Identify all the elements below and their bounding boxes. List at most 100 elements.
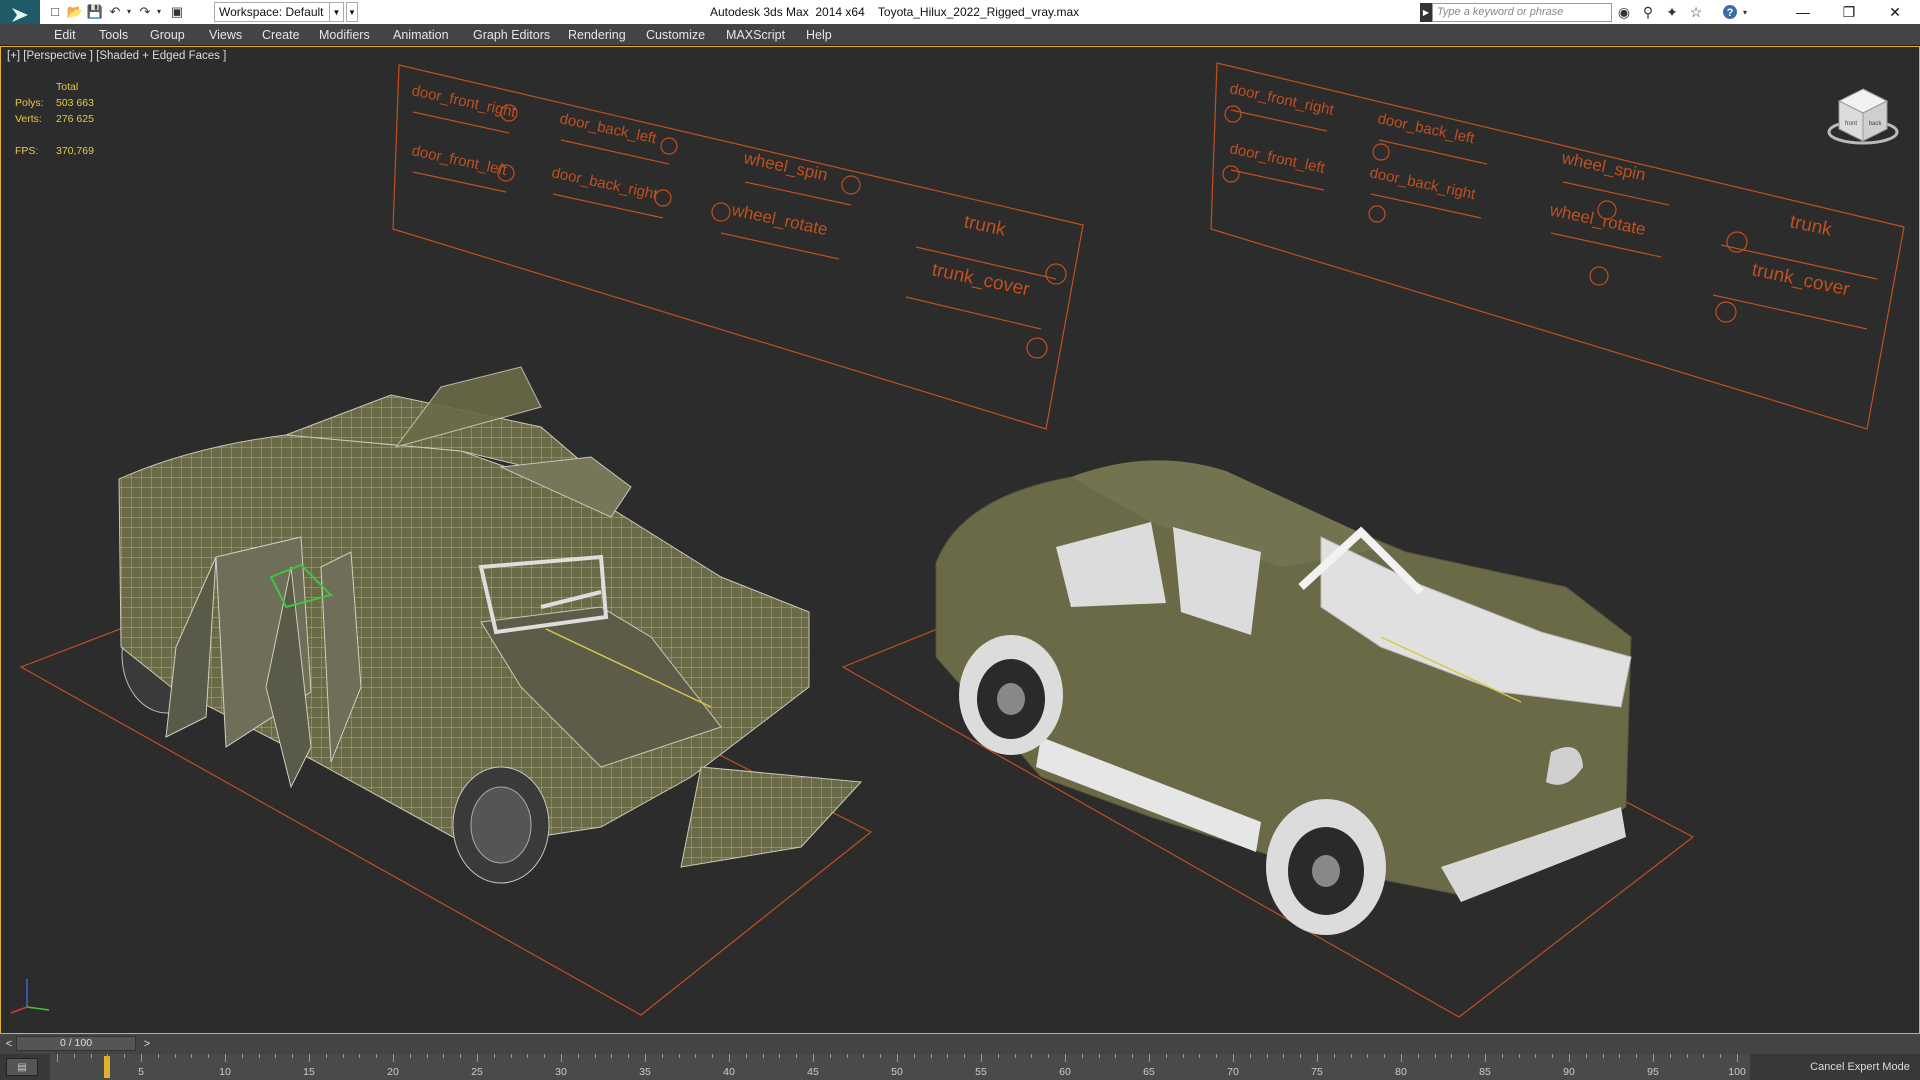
time-slider[interactable]: 0 / 100 <box>16 1036 136 1051</box>
rig-label[interactable]: trunk <box>962 211 1008 240</box>
rig-label[interactable]: door_front_left <box>1228 140 1327 177</box>
menu-customize[interactable]: Customize <box>646 24 705 46</box>
undo-icon[interactable]: ↶ <box>106 3 124 20</box>
subscription-icon[interactable]: ⚲ <box>1638 3 1658 21</box>
ruler-tick <box>275 1054 277 1058</box>
ruler-tick <box>1703 1054 1705 1058</box>
rig-label[interactable]: door_back_left <box>558 110 659 147</box>
redo-icon[interactable]: ↷ <box>136 3 154 20</box>
slider-handle[interactable] <box>1045 263 1067 285</box>
help-icon[interactable]: ? <box>1720 3 1740 21</box>
cancel-expert-mode-button[interactable]: Cancel Expert Mode <box>1800 1054 1920 1080</box>
favorites-star-icon[interactable]: ☆ <box>1686 3 1706 21</box>
slider-handle[interactable] <box>654 189 672 207</box>
ruler-tick <box>1048 1054 1050 1058</box>
search-expand-icon[interactable]: ▶ <box>1420 3 1432 22</box>
maxscript-listener-icon[interactable]: ▤ <box>6 1058 38 1076</box>
communication-icon[interactable]: ✦ <box>1662 3 1682 21</box>
menu-create[interactable]: Create <box>262 24 300 46</box>
ruler-tick <box>947 1054 949 1058</box>
time-cursor[interactable] <box>104 1056 110 1078</box>
ruler-tick <box>1468 1054 1470 1058</box>
open-file-icon[interactable]: 📂 <box>66 3 84 20</box>
project-folder-icon[interactable]: ▣ <box>168 3 186 20</box>
rig-label[interactable]: door_back_left <box>1376 110 1477 147</box>
next-frame-button[interactable]: > <box>140 1036 154 1052</box>
ruler-tick <box>829 1054 831 1058</box>
menu-modifiers[interactable]: Modifiers <box>319 24 370 46</box>
ruler-tick <box>493 1054 495 1058</box>
binoculars-icon[interactable]: ◉ <box>1614 3 1634 21</box>
slider-handle[interactable] <box>660 137 678 155</box>
ruler-tick <box>1098 1054 1100 1058</box>
perspective-viewport[interactable]: [+] [Perspective ] [Shaded + Edged Faces… <box>0 46 1920 1034</box>
ruler-tick <box>1317 1054 1318 1062</box>
menu-graph-editors[interactable]: Graph Editors <box>473 24 550 46</box>
menu-maxscript[interactable]: MAXScript <box>726 24 785 46</box>
rig-label[interactable]: trunk_cover <box>1750 259 1852 300</box>
search-input[interactable]: Type a keyword or phrase <box>1432 3 1612 22</box>
slider-handle[interactable] <box>841 175 861 195</box>
menu-group[interactable]: Group <box>150 24 185 46</box>
new-file-icon[interactable]: □ <box>46 3 64 20</box>
ruler-tick <box>745 1054 747 1058</box>
ruler-tick <box>1552 1054 1554 1058</box>
minimize-icon[interactable]: — <box>1780 0 1826 24</box>
rig-labels-right[interactable]: door_front_right door_front_left door_ba… <box>1228 80 1852 300</box>
ruler-tick-label: 35 <box>639 1066 651 1078</box>
ruler-tick-label: 5 <box>138 1066 144 1078</box>
rig-label[interactable]: wheel_rotate <box>1547 200 1647 239</box>
ruler-tick <box>1182 1054 1184 1058</box>
menu-views[interactable]: Views <box>209 24 242 46</box>
slider-handle[interactable] <box>1026 337 1048 359</box>
viewcube-front-label[interactable]: front <box>1845 121 1857 127</box>
workspace-select[interactable]: Workspace: Default ▼ <box>214 2 344 22</box>
ruler-tick <box>1149 1054 1150 1062</box>
ruler-tick <box>258 1054 260 1058</box>
viewcube-back-label[interactable]: back <box>1869 121 1883 127</box>
track-ruler[interactable]: 5 10 15 20 25 30 35 40 45 50 55 60 65 70 75 80 85 90 95 100 <box>50 1054 1750 1080</box>
help-dropdown-icon[interactable]: ▾ <box>1740 3 1750 21</box>
slider-handle[interactable] <box>1368 205 1386 223</box>
menu-edit[interactable]: Edit <box>54 24 76 46</box>
undo-dropdown-icon[interactable]: ▾ <box>124 3 134 20</box>
slider-handle[interactable] <box>1222 165 1240 183</box>
ruler-tick-label: 85 <box>1479 1066 1491 1078</box>
restore-icon[interactable]: ❐ <box>1826 0 1872 24</box>
slider-handle[interactable] <box>711 202 731 222</box>
slider-handle[interactable] <box>1224 105 1242 123</box>
menu-help[interactable]: Help <box>806 24 832 46</box>
truck-wireframe[interactable] <box>118 366 863 884</box>
rig-label[interactable]: wheel_spin <box>741 148 829 184</box>
menu-rendering[interactable]: Rendering <box>568 24 626 46</box>
menu-bar: Edit Tools Group Views Create Modifiers … <box>0 24 1920 46</box>
close-icon[interactable]: ✕ <box>1872 0 1918 24</box>
ruler-tick <box>1636 1054 1638 1058</box>
menu-tools[interactable]: Tools <box>99 24 128 46</box>
slider-handle[interactable] <box>1589 266 1609 286</box>
slider-handle[interactable] <box>1372 143 1390 161</box>
prev-frame-button[interactable]: < <box>2 1036 16 1052</box>
menu-animation[interactable]: Animation <box>393 24 449 46</box>
ruler-tick <box>359 1054 361 1058</box>
ruler-tick <box>930 1054 932 1058</box>
app-title: Autodesk 3ds Max 2014 x64 <box>710 5 865 19</box>
viewcube[interactable]: front back <box>1823 75 1903 155</box>
ruler-tick-label: 60 <box>1059 1066 1071 1078</box>
rig-label[interactable]: trunk <box>1788 211 1834 240</box>
ruler-tick <box>729 1054 730 1062</box>
scene-canvas[interactable]: door_front_right door_front_left door_ba… <box>1 47 1920 1034</box>
workspace-dropdown-icon[interactable]: ▼ <box>346 2 358 22</box>
truck-shaded[interactable] <box>935 460 1632 935</box>
redo-dropdown-icon[interactable]: ▾ <box>154 3 164 20</box>
ruler-tick <box>779 1054 781 1058</box>
rig-label[interactable]: door_front_left <box>410 142 509 179</box>
ruler-tick <box>443 1054 445 1058</box>
ruler-tick-label: 95 <box>1647 1066 1659 1078</box>
save-icon[interactable]: 💾 <box>86 3 104 20</box>
rig-label[interactable]: wheel_rotate <box>729 200 829 239</box>
rig-label[interactable]: wheel_spin <box>1559 148 1647 184</box>
slider-handle[interactable] <box>1715 301 1737 323</box>
rig-label[interactable]: trunk_cover <box>930 259 1032 300</box>
control-panel-right[interactable] <box>1210 62 1905 430</box>
